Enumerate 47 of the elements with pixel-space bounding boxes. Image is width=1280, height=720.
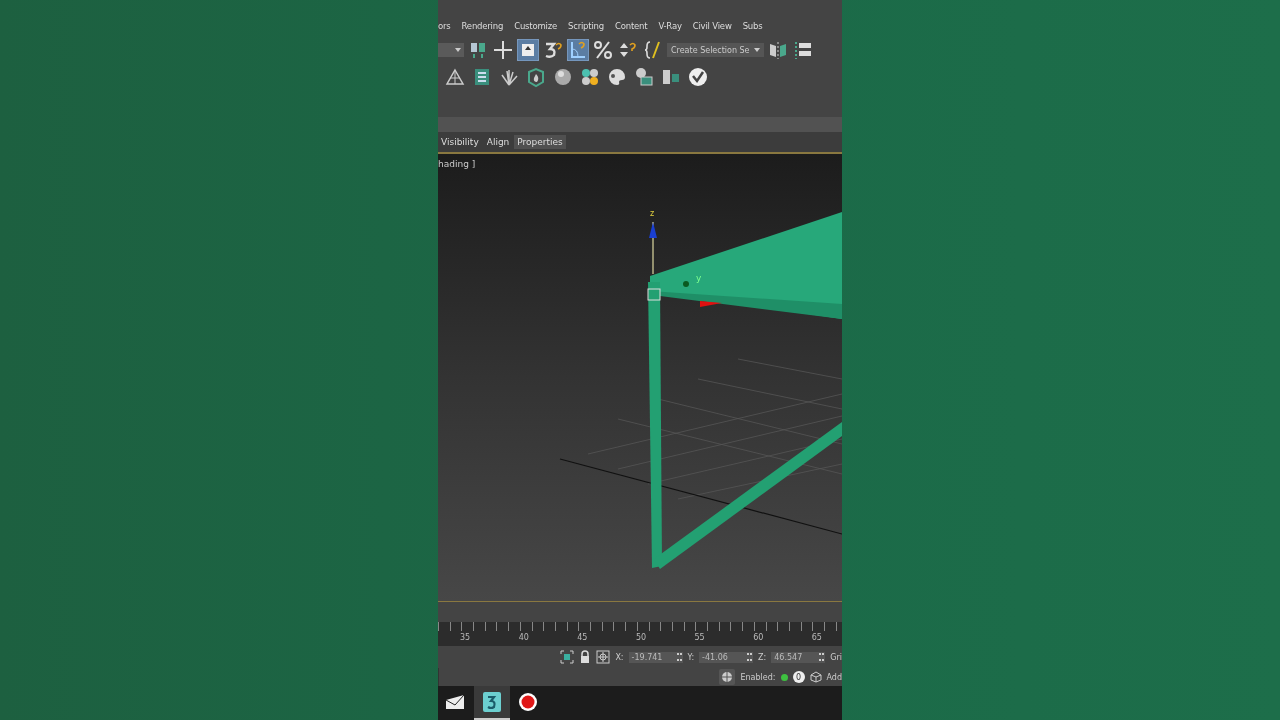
- menu-item[interactable]: Customize: [514, 21, 557, 31]
- selection-set-dropdown[interactable]: Create Selection Se: [667, 43, 764, 57]
- app-icon: [483, 692, 501, 712]
- cube-icon[interactable]: [809, 671, 822, 683]
- panel-tab[interactable]: Properties: [514, 135, 566, 149]
- transform-icon[interactable]: [596, 650, 611, 664]
- panel-tab[interactable]: Align: [483, 135, 513, 149]
- record-icon: [518, 692, 538, 712]
- add-label[interactable]: Add: [826, 672, 842, 682]
- dropdown[interactable]: [438, 43, 464, 57]
- move-icon[interactable]: [492, 39, 514, 61]
- frame-number: 40: [518, 633, 529, 642]
- max-taskbar-button[interactable]: [474, 686, 510, 720]
- axis-label: Y:: [687, 652, 695, 662]
- menu-item[interactable]: ors: [438, 21, 451, 31]
- frame-number: 50: [635, 633, 647, 642]
- select-icon[interactable]: [517, 39, 539, 61]
- menu-item[interactable]: V-Ray: [658, 21, 682, 31]
- menu-item[interactable]: Scripting: [567, 21, 604, 31]
- lock-icon[interactable]: [579, 650, 592, 664]
- viewport-label[interactable]: hading ]: [438, 159, 476, 169]
- frame-number: 45: [577, 633, 588, 642]
- frame-number: 60: [753, 633, 764, 642]
- axis-label: y: [696, 273, 702, 283]
- panel-tab[interactable]: Visibility: [438, 135, 482, 149]
- frame-number: 35: [460, 633, 471, 642]
- sphere-icon[interactable]: [552, 66, 574, 88]
- axis-label: Z:: [758, 652, 767, 662]
- menu-item[interactable]: Subs: [742, 21, 763, 31]
- selection-icon[interactable]: [560, 650, 575, 664]
- enabled-label: Enabled:: [740, 672, 776, 682]
- menu-item[interactable]: Rendering: [461, 21, 504, 31]
- count-badge: 0: [792, 671, 805, 683]
- axis-label: X:: [615, 652, 624, 662]
- envelope-icon: [446, 694, 466, 710]
- coordinate-field[interactable]: -19.741: [628, 651, 683, 663]
- coordinate-field[interactable]: -41.06: [699, 651, 754, 663]
- timeline-ruler[interactable]: 35 40 45 50 55 60 65: [438, 622, 842, 646]
- axis-label: z: [650, 209, 655, 218]
- menu-item[interactable]: Content: [614, 21, 648, 31]
- percent-icon[interactable]: [592, 39, 614, 61]
- grid-label: Gri: [830, 652, 842, 662]
- menu-item[interactable]: Civil View: [692, 21, 732, 31]
- frame-number: 55: [694, 633, 705, 642]
- coordinate-field[interactable]: 46.547: [771, 651, 826, 663]
- palette-icon[interactable]: [606, 66, 628, 88]
- frame-number: 65: [811, 633, 822, 642]
